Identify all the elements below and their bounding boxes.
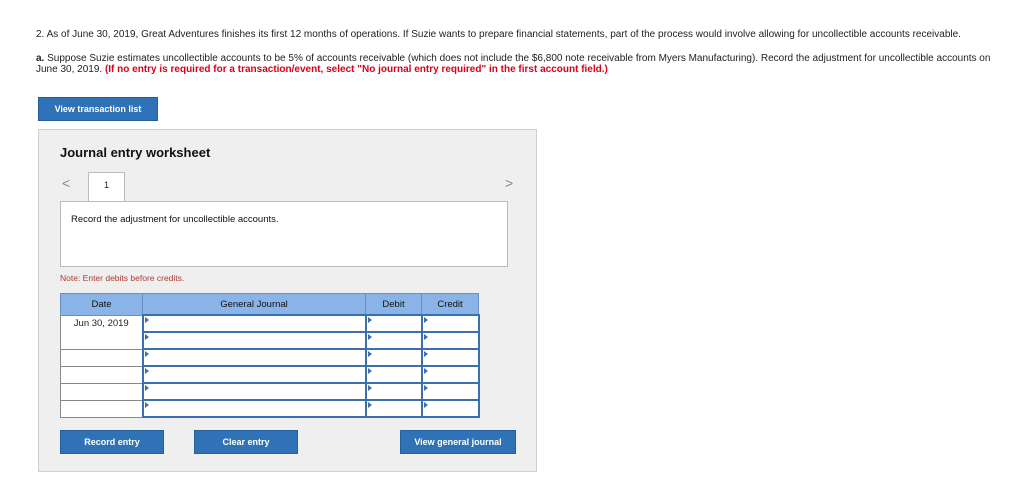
credit-field[interactable] bbox=[420, 348, 480, 367]
dropdown-marker-icon bbox=[367, 402, 372, 408]
part-label: a. bbox=[36, 53, 45, 64]
part-instruction: (If no entry is required for a transacti… bbox=[104, 64, 608, 75]
question-part-a: a. Suppose Suzie estimates uncollectible… bbox=[36, 53, 996, 75]
dropdown-marker-icon bbox=[423, 317, 428, 323]
credit-field[interactable] bbox=[420, 382, 480, 401]
dropdown-marker-icon bbox=[423, 402, 428, 408]
credit-field[interactable] bbox=[420, 314, 480, 333]
question-intro-text: 2. As of June 30, 2019, Great Adventures… bbox=[36, 29, 961, 40]
account-field[interactable] bbox=[141, 331, 367, 350]
credit-field[interactable] bbox=[420, 399, 480, 418]
dropdown-marker-icon bbox=[367, 351, 372, 357]
dropdown-marker-icon bbox=[144, 351, 149, 357]
credit-field[interactable] bbox=[420, 331, 480, 350]
table-row bbox=[60, 382, 480, 401]
clear-entry-button[interactable]: Clear entry bbox=[194, 430, 298, 454]
dropdown-marker-icon bbox=[144, 368, 149, 374]
chevron-right-icon[interactable]: > bbox=[505, 175, 513, 191]
record-entry-button[interactable]: Record entry bbox=[60, 430, 164, 454]
account-field[interactable] bbox=[141, 348, 367, 367]
question-intro: 2. As of June 30, 2019, Great Adventures… bbox=[36, 28, 1016, 41]
dropdown-marker-icon bbox=[367, 317, 372, 323]
dropdown-marker-icon bbox=[423, 385, 428, 391]
dropdown-marker-icon bbox=[144, 317, 149, 323]
header-credit: Credit bbox=[421, 293, 479, 316]
view-transaction-list-button[interactable]: View transaction list bbox=[38, 97, 158, 121]
debit-field[interactable] bbox=[364, 382, 423, 401]
date-cell bbox=[60, 399, 143, 418]
chevron-left-icon[interactable]: < bbox=[62, 175, 70, 191]
header-debit: Debit bbox=[365, 293, 422, 316]
date-cell: Jun 30, 2019 bbox=[60, 314, 143, 350]
debit-field[interactable] bbox=[364, 314, 423, 333]
dropdown-marker-icon bbox=[423, 368, 428, 374]
table-row bbox=[60, 399, 480, 418]
date-cell bbox=[60, 382, 143, 401]
journal-entry-worksheet: Journal entry worksheet < 1 > Record the… bbox=[38, 129, 537, 472]
entry-description: Record the adjustment for uncollectible … bbox=[60, 201, 508, 267]
table-row: Jun 30, 2019 bbox=[60, 314, 480, 350]
journal-table: Date General Journal Debit Credit Jun 30… bbox=[60, 293, 480, 418]
debit-field[interactable] bbox=[364, 331, 423, 350]
dropdown-marker-icon bbox=[423, 351, 428, 357]
tab-1[interactable]: 1 bbox=[88, 172, 125, 202]
header-general-journal: General Journal bbox=[142, 293, 366, 316]
dropdown-marker-icon bbox=[367, 334, 372, 340]
credit-field[interactable] bbox=[420, 365, 480, 384]
dropdown-marker-icon bbox=[423, 334, 428, 340]
debit-field[interactable] bbox=[364, 348, 423, 367]
header-date: Date bbox=[60, 293, 143, 316]
table-row bbox=[60, 348, 480, 367]
view-general-journal-button[interactable]: View general journal bbox=[400, 430, 516, 454]
debit-field[interactable] bbox=[364, 365, 423, 384]
dropdown-marker-icon bbox=[144, 402, 149, 408]
account-field[interactable] bbox=[141, 399, 367, 418]
entry-note: Note: Enter debits before credits. bbox=[60, 273, 185, 283]
account-field[interactable] bbox=[141, 314, 367, 333]
dropdown-marker-icon bbox=[144, 385, 149, 391]
dropdown-marker-icon bbox=[144, 334, 149, 340]
table-row bbox=[60, 365, 480, 384]
dropdown-marker-icon bbox=[367, 385, 372, 391]
dropdown-marker-icon bbox=[367, 368, 372, 374]
debit-field[interactable] bbox=[364, 399, 423, 418]
date-cell bbox=[60, 348, 143, 367]
account-field[interactable] bbox=[141, 382, 367, 401]
worksheet-title: Journal entry worksheet bbox=[60, 145, 211, 160]
account-field[interactable] bbox=[141, 365, 367, 384]
date-cell bbox=[60, 365, 143, 384]
